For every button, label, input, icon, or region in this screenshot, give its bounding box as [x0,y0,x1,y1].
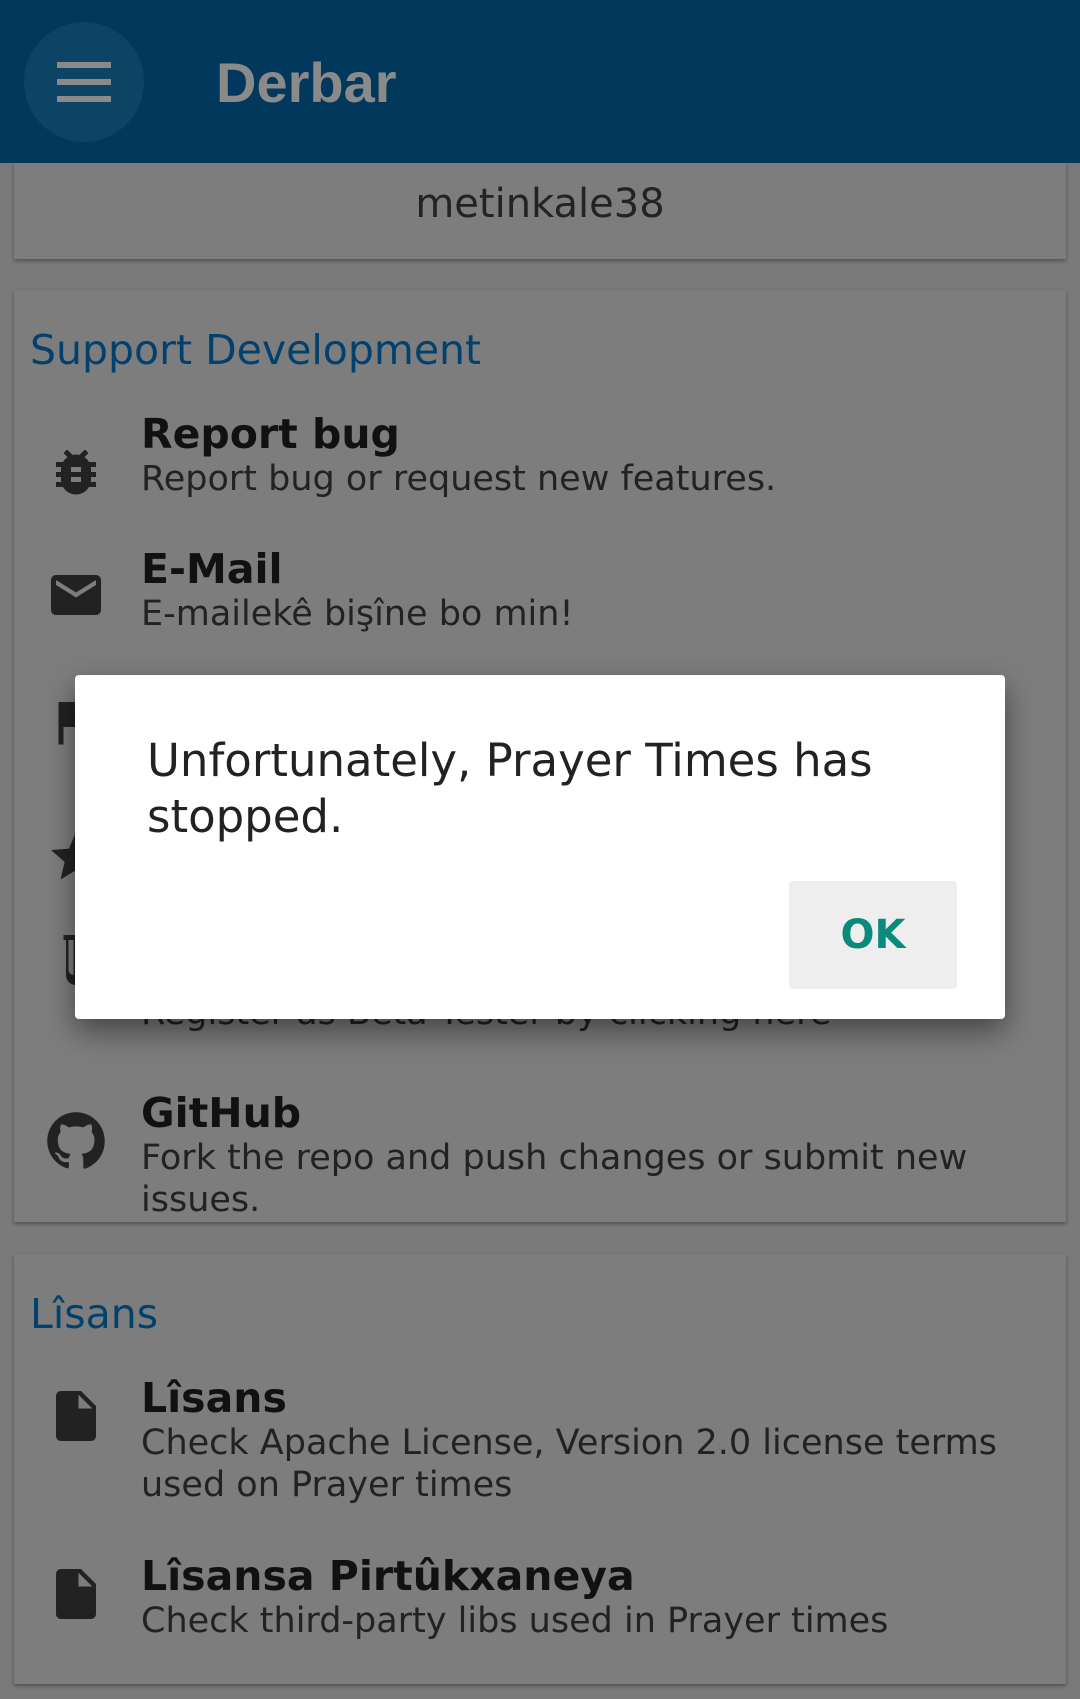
item-title: GitHub [141,1089,302,1137]
license-card: Lîsans Lîsans Check Apache License, Vers… [14,1254,1066,1684]
item-title: Report bug [141,410,400,458]
ok-button[interactable]: OK [789,881,957,989]
app-bar: Derbar [0,0,1080,163]
list-item-email[interactable]: E-Mail E-mailekê bişîne bo min! [14,545,1066,653]
list-item-github[interactable]: GitHub Fork the repo and push changes or… [14,1089,1066,1220]
file-icon [56,1391,96,1441]
item-subtitle: Check third-party libs used in Prayer ti… [141,1601,889,1641]
item-title: Lîsansa Pirtûkxaneya [141,1552,635,1600]
list-item-report-bug[interactable]: Report bug Report bug or request new fea… [14,410,1066,518]
bug-icon [56,449,96,495]
about-card: metinkale38 [14,163,1066,259]
hamburger-menu-icon [57,62,111,102]
list-item-license[interactable]: Lîsans Check Apache License, Version 2.0… [14,1374,1066,1524]
item-subtitle: Check Apache License, Version 2.0 licens… [141,1423,997,1505]
item-subtitle: Fork the repo and push changes or submit… [141,1138,968,1220]
email-icon [51,575,101,615]
file-icon [56,1569,96,1619]
item-title: Lîsans [141,1374,287,1422]
username-label: metinkale38 [415,181,665,227]
item-title: E-Mail [141,545,283,593]
section-title-support: Support Development [30,326,482,374]
crash-dialog: Unfortunately, Prayer Times has stopped.… [75,675,1005,1019]
item-subtitle: Report bug or request new features. [141,459,777,499]
page-title: Derbar [216,51,397,114]
item-subtitle: E-mailekê bişîne bo min! [141,594,574,634]
github-icon [47,1112,105,1169]
menu-button[interactable] [24,22,144,142]
dialog-message: Unfortunately, Prayer Times has stopped. [147,734,873,843]
list-item-library-licenses[interactable]: Lîsansa Pirtûkxaneya Check third-party l… [14,1552,1066,1660]
section-title-license: Lîsans [30,1290,159,1338]
